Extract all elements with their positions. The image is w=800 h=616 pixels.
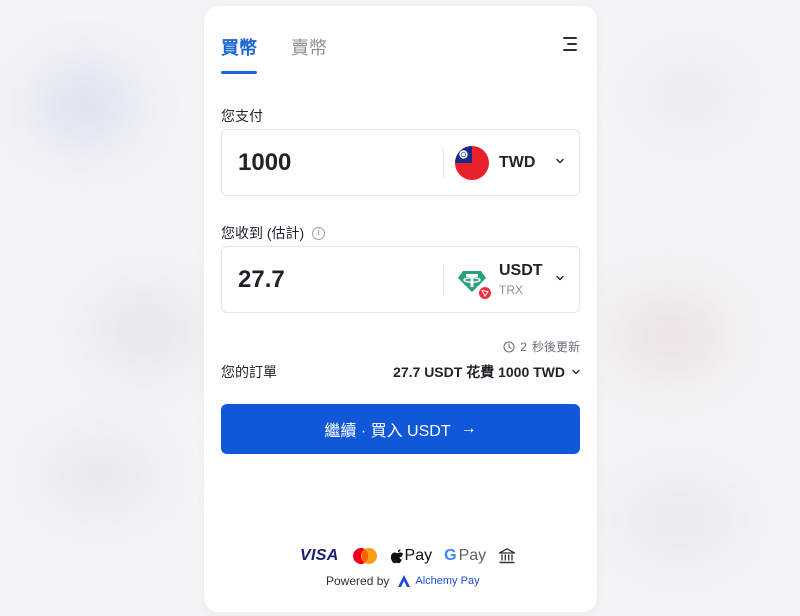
mastercard-icon (352, 548, 377, 564)
receive-amount-input[interactable] (238, 247, 438, 312)
trx-network-icon (478, 285, 492, 300)
pay-currency-code: TWD (499, 153, 536, 171)
powered-by: Powered by Alchemy Pay (326, 574, 480, 588)
menu-icon[interactable] (559, 36, 577, 52)
background-blur (610, 290, 730, 380)
info-icon[interactable]: i (312, 226, 326, 240)
receive-currency-select[interactable]: USDT TRX (455, 247, 573, 312)
order-row: 您的訂單 27.7 USDT 花費 1000 TWD (221, 362, 581, 382)
background-blur (30, 60, 140, 150)
order-summary-text: 27.7 USDT 花費 1000 TWD (393, 364, 565, 380)
pay-amount-input[interactable] (238, 130, 438, 195)
clock-icon (503, 340, 515, 353)
alchemy-pay-logo[interactable]: Alchemy Pay (397, 574, 480, 588)
order-label: 您的訂單 (221, 364, 277, 380)
buy-widget-card: 買幣 賣幣 您支付 TWD (204, 6, 597, 612)
chevron-down-icon (556, 275, 564, 281)
pay-currency-select[interactable]: TWD (455, 130, 573, 195)
tab-buy[interactable]: 買幣 (221, 34, 257, 74)
refresh-text: 秒後更新 (531, 340, 580, 354)
continue-buy-button[interactable]: 繼續 · 買入 USDT → (221, 404, 580, 454)
visa-logo: VISA (300, 547, 339, 564)
tether-icon (455, 263, 492, 300)
payment-methods: VISA Pay G Pay (300, 547, 516, 565)
alchemy-pay-icon (398, 575, 411, 587)
apple-icon (390, 548, 403, 563)
divider (443, 148, 444, 178)
tab-sell[interactable]: 賣幣 (291, 34, 327, 74)
bank-icon (499, 548, 516, 564)
refresh-timer: 2 秒後更新 (503, 338, 580, 355)
continue-button-label: 繼續 · 買入 USDT (324, 423, 451, 440)
receive-currency-code: USDT (499, 262, 543, 279)
divider (443, 265, 444, 295)
receive-label: 您收到 (估計) i (221, 223, 326, 243)
tab-bar: 買幣 賣幣 (221, 34, 327, 74)
receive-currency-info: USDT TRX (499, 262, 543, 297)
chevron-down-icon (556, 158, 564, 164)
pay-amount-box: TWD (221, 129, 580, 196)
chevron-down-icon (572, 369, 580, 375)
arrow-right-icon: → (460, 420, 477, 437)
powered-by-label: Powered by (326, 574, 390, 588)
apple-pay-logo: Pay (390, 547, 432, 565)
google-pay-logo: G Pay (444, 547, 487, 564)
refresh-seconds: 2 (520, 339, 527, 354)
background-blur (640, 60, 740, 130)
order-summary-toggle[interactable]: 27.7 USDT 花費 1000 TWD (393, 362, 581, 382)
pay-label: 您支付 (221, 108, 263, 124)
background-blur (40, 440, 160, 510)
receive-network: TRX (499, 283, 523, 297)
taiwan-flag-icon (455, 145, 489, 180)
background-blur (90, 290, 200, 370)
background-blur (620, 480, 740, 560)
receive-amount-box: USDT TRX (221, 246, 580, 313)
